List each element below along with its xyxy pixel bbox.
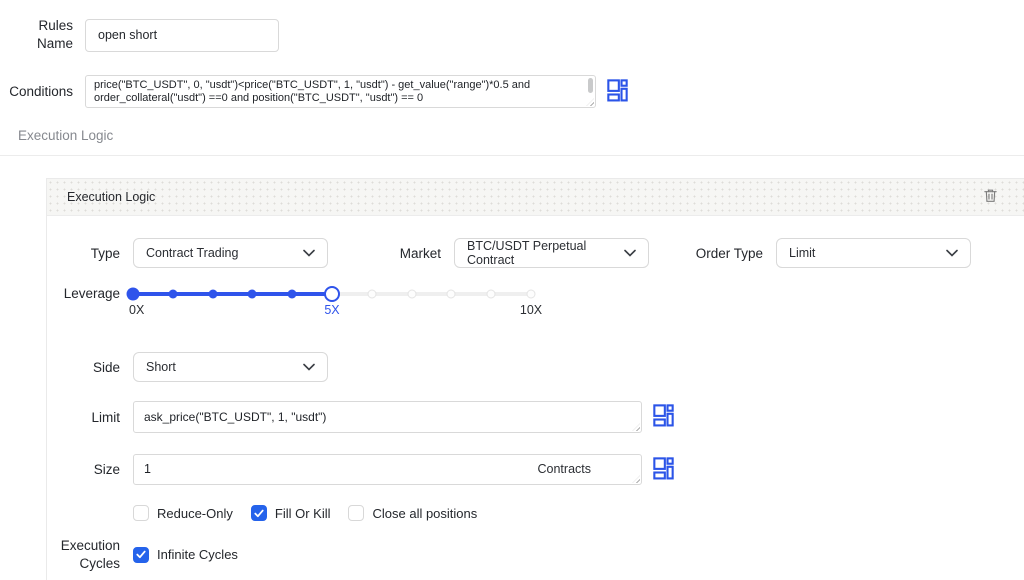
leverage-slider-dot[interactable] [367,290,376,299]
checkbox-label: Infinite Cycles [157,547,238,562]
limit-builder-button[interactable] [652,405,674,429]
limit-value: ask_price("BTC_USDT", 1, "usdt") [144,410,326,424]
conditions-label: Conditions [0,83,85,101]
type-label: Type [47,245,133,263]
type-select[interactable]: Contract Trading [133,238,328,268]
leverage-slider-dot[interactable] [127,288,140,301]
rules-name-label: Rules Name [0,17,85,53]
size-input[interactable]: 1 Contracts [133,454,642,485]
order-options-row: Reduce-Only Fill Or Kill Close all posit… [47,505,1024,521]
conditions-scrollbar[interactable] [588,78,593,93]
conditions-textarea[interactable]: price("BTC_USDT", 0, "usdt")<price("BTC_… [85,75,596,108]
size-unit: Contracts [538,463,632,476]
side-value: Short [146,360,176,374]
type-market-row: Type Contract Trading Market BTC/USDT Pe… [47,238,1024,268]
leverage-slider-dot[interactable] [208,290,217,299]
size-row: Size 1 Contracts [47,454,1024,485]
checkbox-label: Reduce-Only [157,506,233,521]
checkbox-label: Close all positions [372,506,477,521]
chevron-down-icon [624,246,636,260]
chevron-down-icon [303,360,315,374]
chevron-down-icon [303,246,315,260]
checkbox-fill-or-kill[interactable]: Fill Or Kill [251,505,331,521]
leverage-slider-dot[interactable] [487,290,496,299]
checkbox-close-all-positions[interactable]: Close all positions [348,505,477,521]
size-value: 1 [144,463,151,476]
execution-logic-card: Execution Logic Type Contract Trading Ma… [46,178,1024,580]
card-body: Type Contract Trading Market BTC/USDT Pe… [47,216,1024,572]
size-resize-grip[interactable] [632,475,640,483]
checkbox-icon[interactable] [133,547,149,563]
limit-textarea[interactable]: ask_price("BTC_USDT", 1, "usdt") [133,401,642,433]
blocks-icon [607,79,628,105]
side-row: Side Short [47,352,1024,382]
checkbox-label: Fill Or Kill [275,506,331,521]
limit-label: Limit [47,409,133,427]
card-header-title: Execution Logic [67,190,155,204]
leverage-slider-dot[interactable] [527,290,536,299]
trash-icon [982,187,999,207]
market-select[interactable]: BTC/USDT Perpetual Contract [454,238,649,268]
execution-cycles-row: Execution Cycles Infinite Cycles [47,537,1024,572]
chevron-down-icon [946,246,958,260]
leverage-row: Leverage 0X 5X 10X [47,281,1024,319]
order-type-select[interactable]: Limit [776,238,971,268]
checkbox-icon[interactable] [133,505,149,521]
checkbox-reduce-only[interactable]: Reduce-Only [133,505,233,521]
type-value: Contract Trading [146,246,238,260]
market-value: BTC/USDT Perpetual Contract [467,239,624,267]
execution-cycles-label: Execution Cycles [47,537,133,572]
leverage-slider-dot[interactable] [407,290,416,299]
conditions-resize-grip[interactable] [586,98,594,106]
leverage-max-label: 10X [520,303,542,317]
side-label: Side [47,359,133,377]
conditions-value: price("BTC_USDT", 0, "usdt")<price("BTC_… [94,79,530,104]
checkbox-icon[interactable] [348,505,364,521]
size-label: Size [47,461,133,479]
order-type-label: Order Type [649,245,776,263]
limit-resize-grip[interactable] [632,423,640,431]
card-header: Execution Logic [47,179,1024,216]
leverage-slider-dot[interactable] [288,290,297,299]
leverage-slider-handle[interactable] [324,286,340,302]
conditions-builder-button[interactable] [606,80,628,104]
delete-rule-button[interactable] [980,187,1000,207]
options-group: Reduce-Only Fill Or Kill Close all posit… [133,505,477,521]
checkbox-infinite-cycles[interactable]: Infinite Cycles [133,547,238,563]
rules-name-row: Rules Name open short [0,17,1024,53]
blocks-icon [653,404,674,430]
leverage-slider-dot[interactable] [168,290,177,299]
leverage-slider-dot[interactable] [248,290,257,299]
side-select[interactable]: Short [133,352,328,382]
blocks-icon [653,457,674,483]
limit-row: Limit ask_price("BTC_USDT", 1, "usdt") [47,401,1024,433]
order-type-value: Limit [789,246,815,260]
size-builder-button[interactable] [652,458,674,482]
rules-name-input[interactable]: open short [85,19,279,52]
leverage-label: Leverage [47,281,133,307]
section-title: Execution Logic [18,128,1024,143]
market-label: Market [328,245,454,263]
leverage-current-label: 5X [324,303,339,317]
checkbox-icon[interactable] [251,505,267,521]
conditions-row: Conditions price("BTC_USDT", 0, "usdt")<… [0,75,1024,108]
leverage-fill [133,292,332,296]
leverage-slider-dot[interactable] [447,290,456,299]
leverage-slider[interactable]: 0X 5X 10X [133,281,531,319]
rules-name-value: open short [98,28,157,42]
section-divider [0,155,1024,156]
leverage-min-label: 0X [129,303,144,317]
